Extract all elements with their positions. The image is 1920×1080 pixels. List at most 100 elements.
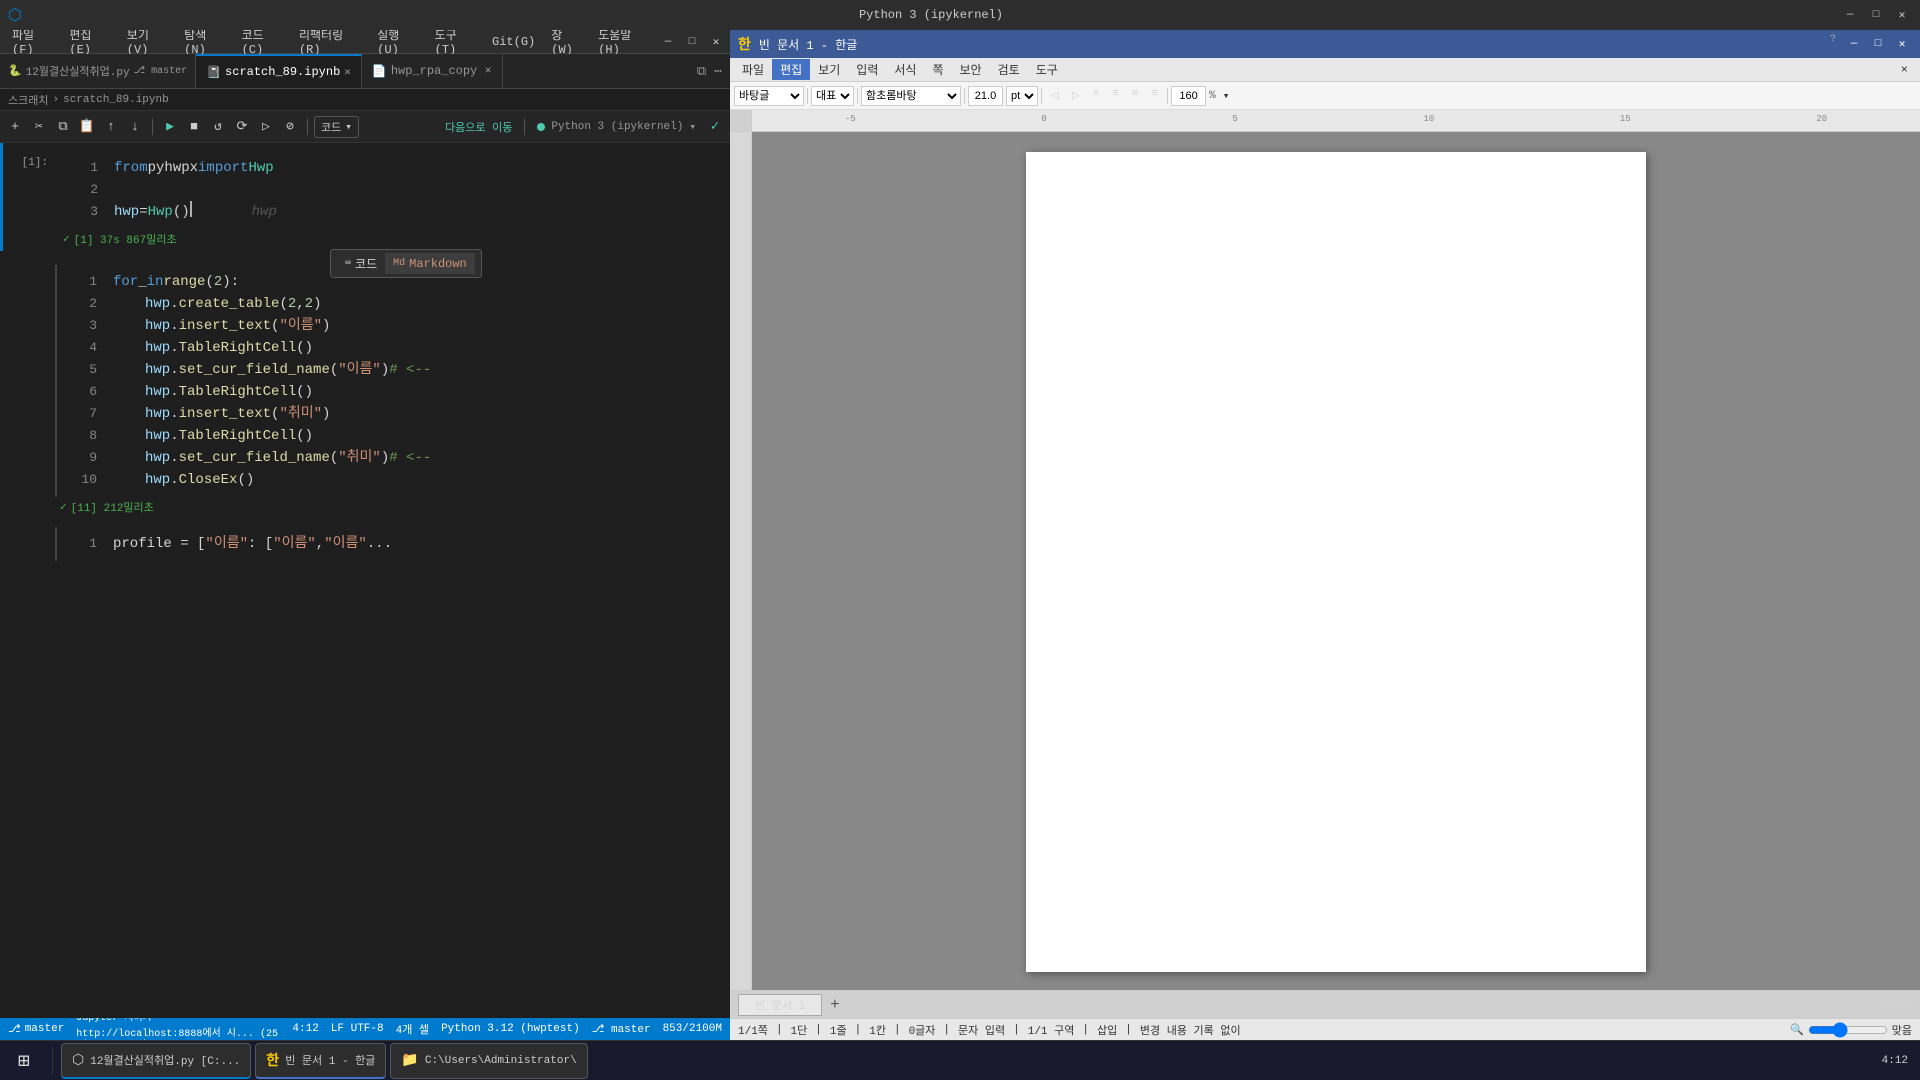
breadcrumb-scratch[interactable]: 스크래치: [8, 92, 48, 108]
start-button[interactable]: ⊞: [4, 1043, 44, 1079]
git-branch-label: master: [25, 1023, 65, 1035]
hwp-page-content[interactable]: [1076, 202, 1596, 222]
taskbar-app-hwp[interactable]: 한 빈 문서 1 - 한글: [255, 1043, 386, 1079]
hwp-menu-format[interactable]: 서식: [886, 59, 924, 80]
cell-1-execution-count: [1]:: [3, 151, 58, 169]
cell-2-body[interactable]: 1 for _ in range(2): 2 hwp.create_table(…: [55, 265, 730, 497]
breadcrumb: 스크래치 › scratch_89.ipynb: [0, 89, 730, 111]
hwp-rpa-tab[interactable]: 📄 hwp_rpa_copy ×: [362, 54, 503, 88]
vscode-minimize[interactable]: —: [658, 32, 678, 52]
taskbar-clock[interactable]: 4:12: [1874, 1055, 1916, 1067]
hwp-menu-security[interactable]: 보안: [952, 59, 990, 80]
move-down-icon[interactable]: ↓: [124, 116, 146, 138]
hwp-menu-review[interactable]: 검토: [990, 59, 1028, 80]
refresh-btn[interactable]: ⟳: [231, 116, 253, 138]
markdown-option[interactable]: Md Markdown: [385, 253, 475, 274]
more-actions-icon[interactable]: ⋯: [714, 64, 722, 79]
hwp-zoom-input[interactable]: [1171, 86, 1206, 106]
hwp-prev-page-btn[interactable]: ◁: [1880, 995, 1895, 1014]
vscode-maximize[interactable]: □: [682, 32, 702, 52]
add-cell-btn[interactable]: +: [4, 116, 26, 138]
hwp-page-tab-1[interactable]: 빈 문서 1: [738, 994, 822, 1016]
hwp-track-changes: 변경 내용 기록 없이: [1140, 1022, 1241, 1038]
cell-3-body[interactable]: 1 profile = ["이름": ["이름", "이름" ...: [55, 527, 730, 561]
position-label: 4:12: [292, 1023, 318, 1035]
hwp-title-bar: 한 빈 문서 1 - 한글 ? — □ ✕: [730, 30, 1920, 58]
cell-1-body[interactable]: 1 from pyhwpx import Hwp 2 3 hwp = Hwp()…: [58, 151, 730, 229]
hwp-menu-close[interactable]: ×: [1893, 61, 1916, 79]
hwp-win-controls[interactable]: ? — □ ✕: [1826, 34, 1912, 54]
cell-type-popup[interactable]: ⌨ 코드 Md Markdown: [330, 249, 482, 278]
hwp-status-sep6: |: [1013, 1024, 1020, 1036]
hwp-center-btn[interactable]: ≡: [1106, 85, 1125, 106]
vscode-close[interactable]: ✕: [706, 32, 726, 52]
hwp-font-size-input[interactable]: [968, 86, 1003, 106]
hwp-size-unit-select[interactable]: pt: [1006, 86, 1038, 106]
hwp-menu-edit[interactable]: 편집: [772, 59, 810, 80]
kernel-indicator[interactable]: Python 3 (ipykernel) ▾: [531, 120, 702, 134]
hwp-menu-tools[interactable]: 도구: [1028, 59, 1066, 80]
cell-2: 1 for _ in range(2): 2 hwp.create_table(…: [0, 261, 730, 523]
hwp-maximize[interactable]: □: [1868, 34, 1888, 54]
hwp-menu-bar: 파일 편집 보기 입력 서식 쪽 보안 검토 도구 ×: [730, 58, 1920, 82]
move-up-icon[interactable]: ↑: [100, 116, 122, 138]
cell-1: [1]: 1 from pyhwpx import Hwp 2: [0, 143, 730, 251]
paste-icon[interactable]: 📋: [76, 116, 98, 138]
hwp-zoom-fit-label: 맞음: [1892, 1022, 1912, 1038]
hwp-align-left-btn[interactable]: ◁: [1045, 85, 1065, 106]
hwp-minimize[interactable]: —: [1844, 34, 1864, 54]
cell-2-check-icon: ✓: [60, 500, 67, 514]
hwp-indent-btn[interactable]: ≡: [1126, 85, 1145, 106]
git-branch-icon: ⎇: [8, 1022, 21, 1036]
hwp-add-page-btn[interactable]: +: [826, 996, 844, 1014]
notebook-tab-active[interactable]: 📓 scratch_89.ipynb ✕: [196, 54, 362, 88]
restart-btn[interactable]: ↺: [207, 116, 229, 138]
notebook-tab-close[interactable]: ✕: [344, 65, 351, 79]
goto-next-btn[interactable]: 다음으로 이동: [439, 117, 518, 137]
breadcrumb-file[interactable]: scratch_89.ipynb: [63, 94, 169, 106]
window-controls[interactable]: — □ ✕: [1840, 5, 1912, 25]
hwp-justify-btn[interactable]: ≡: [1087, 85, 1106, 106]
taskbar-app-vscode[interactable]: ⬡ 12월결산실적취업.py [C:...: [61, 1043, 251, 1079]
clear-btn[interactable]: ⊘: [279, 116, 301, 138]
hwp-font-select[interactable]: 함초롬바탕: [861, 86, 961, 106]
menu-git[interactable]: Git(G): [484, 33, 543, 51]
cursor-position: 4:12: [292, 1023, 318, 1035]
hwp-font-type-select[interactable]: 대표: [811, 86, 854, 106]
hwp-next-page-btn[interactable]: ▷: [1897, 995, 1912, 1014]
hwp-menu-page[interactable]: 쪽: [924, 59, 951, 80]
hwp-close[interactable]: ✕: [1892, 34, 1912, 54]
run-above-btn[interactable]: ▷: [255, 116, 277, 138]
copy-icon[interactable]: ⧉: [52, 116, 74, 138]
hwp-menu-view[interactable]: 보기: [810, 59, 848, 80]
close-button[interactable]: ✕: [1892, 5, 1912, 25]
hwp-outdent-btn[interactable]: ≡: [1145, 85, 1164, 106]
hwp-align-right-btn[interactable]: ▷: [1066, 85, 1086, 106]
encoding-info: LF UTF-8: [331, 1023, 384, 1035]
code-line-2-6: 6 hwp.TableRightCell(): [69, 381, 718, 403]
python-file-tab[interactable]: 🐍 12월결산실적취업.py ⎇ master: [0, 54, 196, 88]
hwp-style-select[interactable]: 바탕글: [734, 86, 804, 106]
cell-type-selector[interactable]: 코드 ▾: [314, 116, 359, 138]
run-all-btn[interactable]: ▶: [159, 116, 181, 138]
maximize-button[interactable]: □: [1866, 5, 1886, 25]
scissors-icon[interactable]: ✂: [28, 116, 50, 138]
git-status[interactable]: ⎇ master: [8, 1022, 64, 1036]
hwp-line: 1줄: [830, 1022, 847, 1038]
minimize-button[interactable]: —: [1840, 5, 1860, 25]
hwp-menu-input[interactable]: 입력: [848, 59, 886, 80]
hwp-help-icon[interactable]: ?: [1826, 34, 1840, 54]
code-option[interactable]: ⌨ 코드: [337, 253, 385, 274]
hwp-zoom-slider[interactable]: [1808, 1024, 1888, 1036]
hwp-status-sep2: |: [815, 1024, 822, 1036]
python-version[interactable]: Python 3.12 (hwptest): [441, 1023, 580, 1035]
hwp-zoom-up-btn[interactable]: ▾: [1219, 87, 1234, 105]
interrupt-btn[interactable]: ■: [183, 116, 205, 138]
split-editor-icon[interactable]: ⧉: [697, 64, 706, 79]
hwp-canvas[interactable]: [752, 132, 1920, 990]
hwp-menu-file[interactable]: 파일: [734, 59, 772, 80]
toolbar-sep3: [524, 119, 525, 135]
checkmark-icon[interactable]: ✓: [704, 116, 726, 138]
cell-count: 4개 셀: [396, 1021, 429, 1037]
taskbar-app-explorer[interactable]: 📁 C:\Users\Administrator\: [390, 1043, 587, 1079]
